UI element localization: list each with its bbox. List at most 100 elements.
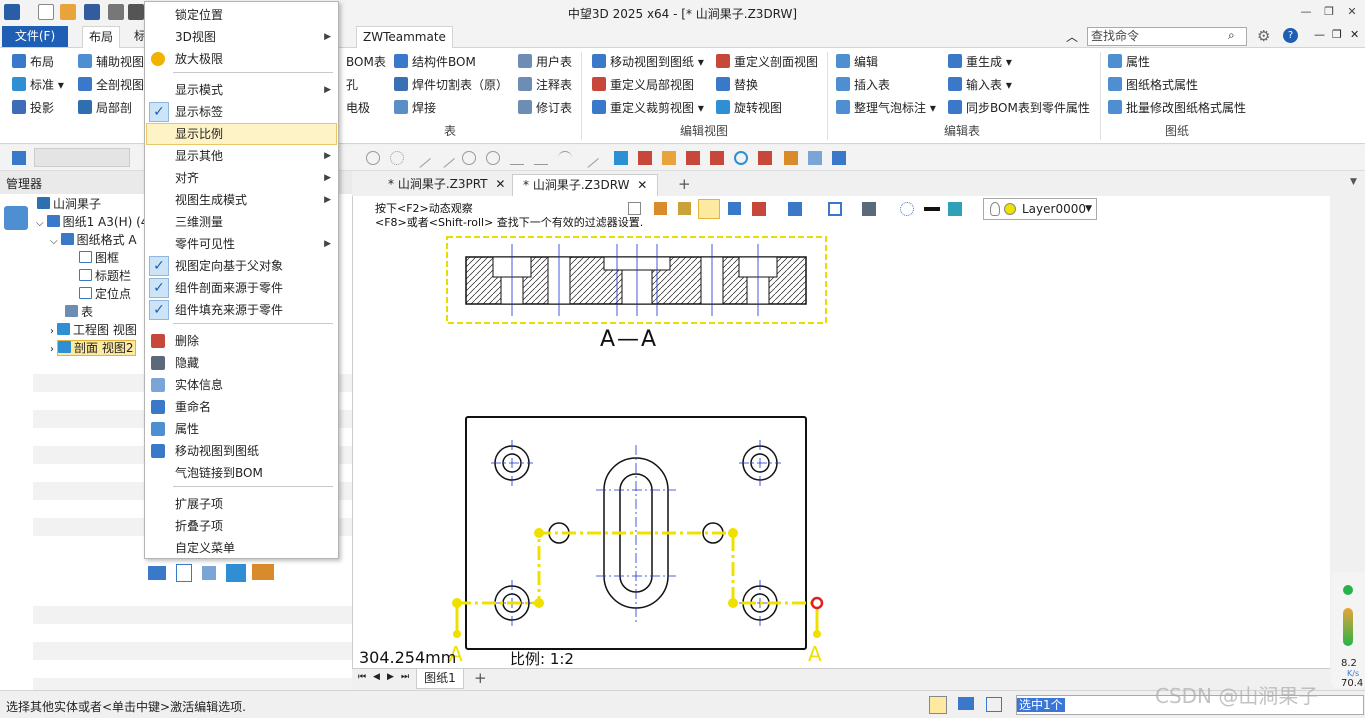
point-icon[interactable] <box>390 151 404 165</box>
ribbon-btn-import-table[interactable]: 输入表 ▾ <box>948 76 1012 94</box>
ribbon-btn-tidy-balloon[interactable]: 整理气泡标注 ▾ <box>836 99 936 117</box>
ribbon-btn-edit[interactable]: 编辑 <box>836 53 878 71</box>
filter-toggle-icon[interactable] <box>628 202 641 215</box>
ribbon-btn-properties[interactable]: 属性 <box>1108 53 1150 71</box>
doc-minimize-button[interactable]: — <box>1314 28 1325 41</box>
brush-icon[interactable] <box>808 151 822 165</box>
ribbon-btn-user-table[interactable]: 用户表 <box>518 53 572 71</box>
dimension-select-icon[interactable] <box>828 202 842 216</box>
polyline-icon[interactable] <box>435 148 455 168</box>
selected-handle[interactable] <box>810 596 824 610</box>
menu-item-component-section-from-part[interactable]: ✓ 组件剖面来源于零件 <box>146 277 337 299</box>
tab-sheet1[interactable]: 图纸1 <box>416 669 464 689</box>
menu-item-view-generate-mode[interactable]: 视图生成模式 ▶ <box>146 189 337 211</box>
first-sheet-button[interactable]: ⏮ <box>358 672 366 682</box>
chevron-right-icon[interactable]: › <box>50 326 54 337</box>
menu-item-delete[interactable]: 删除 <box>146 330 337 352</box>
tree-item-sheet1[interactable]: ⌵ 图纸1 A3(H) (4 <box>36 213 148 231</box>
sheet-action-icon[interactable] <box>176 564 192 582</box>
grid-icon[interactable] <box>758 151 772 165</box>
prev-sheet-button[interactable]: ◀ <box>373 672 380 682</box>
ribbon-btn-rotate-view[interactable]: 旋转视图 <box>716 99 782 117</box>
ribbon-btn-redefine-partial[interactable]: 重定义局部视图 <box>592 76 694 94</box>
filter-active-icon[interactable] <box>698 199 720 219</box>
close-icon[interactable]: ✕ <box>495 177 505 191</box>
menu-item-align[interactable]: 对齐 ▶ <box>146 167 337 189</box>
close-button[interactable]: ✕ <box>1344 4 1360 20</box>
brush-action-icon[interactable] <box>252 564 274 580</box>
tab-zwteammate[interactable]: ZWTeammate <box>356 26 453 48</box>
tab-drawing-file[interactable]: * 山涧果子.Z3DRW ✕ <box>512 174 659 196</box>
ribbon-btn-partial-section[interactable]: 局部剖 <box>78 99 132 117</box>
chevron-down-icon[interactable]: ⌵ <box>36 218 44 229</box>
monitor-icon[interactable] <box>958 697 974 710</box>
menu-item-collapse-children[interactable]: 折叠子项 <box>146 515 337 537</box>
ribbon-btn-redefine-section[interactable]: 重定义剖面视图 <box>716 53 818 71</box>
add-sheet-icon[interactable]: + <box>474 669 487 687</box>
ribbon-btn-full-section[interactable]: 全剖视图 <box>78 76 144 94</box>
close-icon[interactable]: ✕ <box>637 178 647 192</box>
ribbon-btn-layout[interactable]: 布局 <box>12 53 54 71</box>
doc-close-button[interactable]: ✕ <box>1350 28 1359 41</box>
marker-icon[interactable] <box>662 151 676 165</box>
layer-stack-icon[interactable] <box>948 202 962 216</box>
tree-item-anchor[interactable]: 定位点 <box>79 285 131 303</box>
pen-tool-icon[interactable] <box>654 202 667 215</box>
ribbon-btn-revision-table[interactable]: 修订表 <box>518 99 572 117</box>
layer-dropdown[interactable]: Layer0000 ▼ <box>983 198 1097 220</box>
menu-item-move-view-to-sheet[interactable]: 移动视图到图纸 <box>146 440 337 462</box>
tree-item-section-view[interactable]: › 剖面 视图2 <box>50 339 137 357</box>
circle-icon[interactable] <box>486 151 500 165</box>
menu-item-3d-measure[interactable]: 三维测量 <box>146 211 337 233</box>
ribbon-btn-weld-cut[interactable]: 焊件切割表（原） <box>394 76 508 94</box>
filter-dropdown[interactable] <box>34 148 130 167</box>
ribbon-btn-regenerate[interactable]: 重生成 ▾ <box>948 53 1012 71</box>
ribbon-btn-note-table[interactable]: 注释表 <box>518 76 572 94</box>
anchor-icon[interactable] <box>686 151 700 165</box>
arc-icon[interactable] <box>558 151 572 165</box>
chevron-down-icon[interactable]: ⌵ <box>50 236 58 247</box>
ribbon-btn-sync-bom[interactable]: 同步BOM表到零件属性 <box>948 99 1090 117</box>
menu-item-expand-children[interactable]: 扩展子项 <box>146 493 337 515</box>
chevron-right-icon[interactable]: › <box>50 344 54 355</box>
curve-icon[interactable] <box>534 151 548 165</box>
section-view-aa[interactable] <box>446 236 827 324</box>
menu-item-hide[interactable]: 隐藏 <box>146 352 337 374</box>
line-style-icon[interactable] <box>924 207 940 211</box>
status-toggle-icon[interactable] <box>929 696 947 714</box>
gear-icon[interactable]: ⚙ <box>1257 27 1270 45</box>
tree-item-root[interactable]: 山涧果子 <box>37 195 101 213</box>
ribbon-btn-move-view[interactable]: 移动视图到图纸 ▾ <box>592 53 704 71</box>
menu-item-show-scale[interactable]: 显示比例 <box>146 123 337 145</box>
chevron-up-icon[interactable]: ︿ <box>1066 28 1078 45</box>
menu-item-part-visibility[interactable]: 零件可见性 ▶ <box>146 233 337 255</box>
cube-action-icon[interactable] <box>226 564 246 582</box>
tree-item-table[interactable]: 表 <box>65 303 93 321</box>
menu-item-entity-info[interactable]: 实体信息 <box>146 374 337 396</box>
tool-action-icon[interactable] <box>202 566 216 580</box>
ribbon-btn-weld[interactable]: 焊接 <box>394 99 436 117</box>
menu-item-show-other[interactable]: 显示其他 ▶ <box>146 145 337 167</box>
minimize-button[interactable]: — <box>1298 4 1314 20</box>
pen-icon[interactable] <box>784 151 798 165</box>
filter-icon[interactable] <box>12 151 26 165</box>
ribbon-btn-hole-table[interactable]: 孔 <box>346 76 358 94</box>
dots-icon[interactable] <box>900 202 914 216</box>
ribbon-btn-standard[interactable]: 标准 ▾ <box>12 76 64 94</box>
help-icon[interactable]: ? <box>1283 28 1298 43</box>
flag-icon[interactable] <box>638 151 652 165</box>
add-tab-icon[interactable]: + <box>678 175 691 193</box>
menu-item-show-label[interactable]: ✓ 显示标签 <box>146 101 337 123</box>
magic-icon[interactable] <box>728 202 741 215</box>
cycle-icon[interactable] <box>734 151 748 165</box>
last-sheet-button[interactable]: ⏭ <box>401 672 409 682</box>
tab-part-file[interactable]: * 山涧果子.Z3PRT ✕ <box>378 174 515 196</box>
search-icon[interactable]: ⌕ <box>1228 28 1235 43</box>
next-sheet-button[interactable]: ▶ <box>387 672 394 682</box>
block-icon[interactable] <box>614 151 628 165</box>
shape-select-icon[interactable] <box>788 202 802 216</box>
tree-item-titleblock[interactable]: 标题栏 <box>79 267 131 285</box>
play-icon[interactable] <box>366 151 380 165</box>
tab-layout[interactable]: 布局 <box>82 26 121 48</box>
ribbon-btn-redefine-crop[interactable]: 重定义裁剪视图 ▾ <box>592 99 704 117</box>
